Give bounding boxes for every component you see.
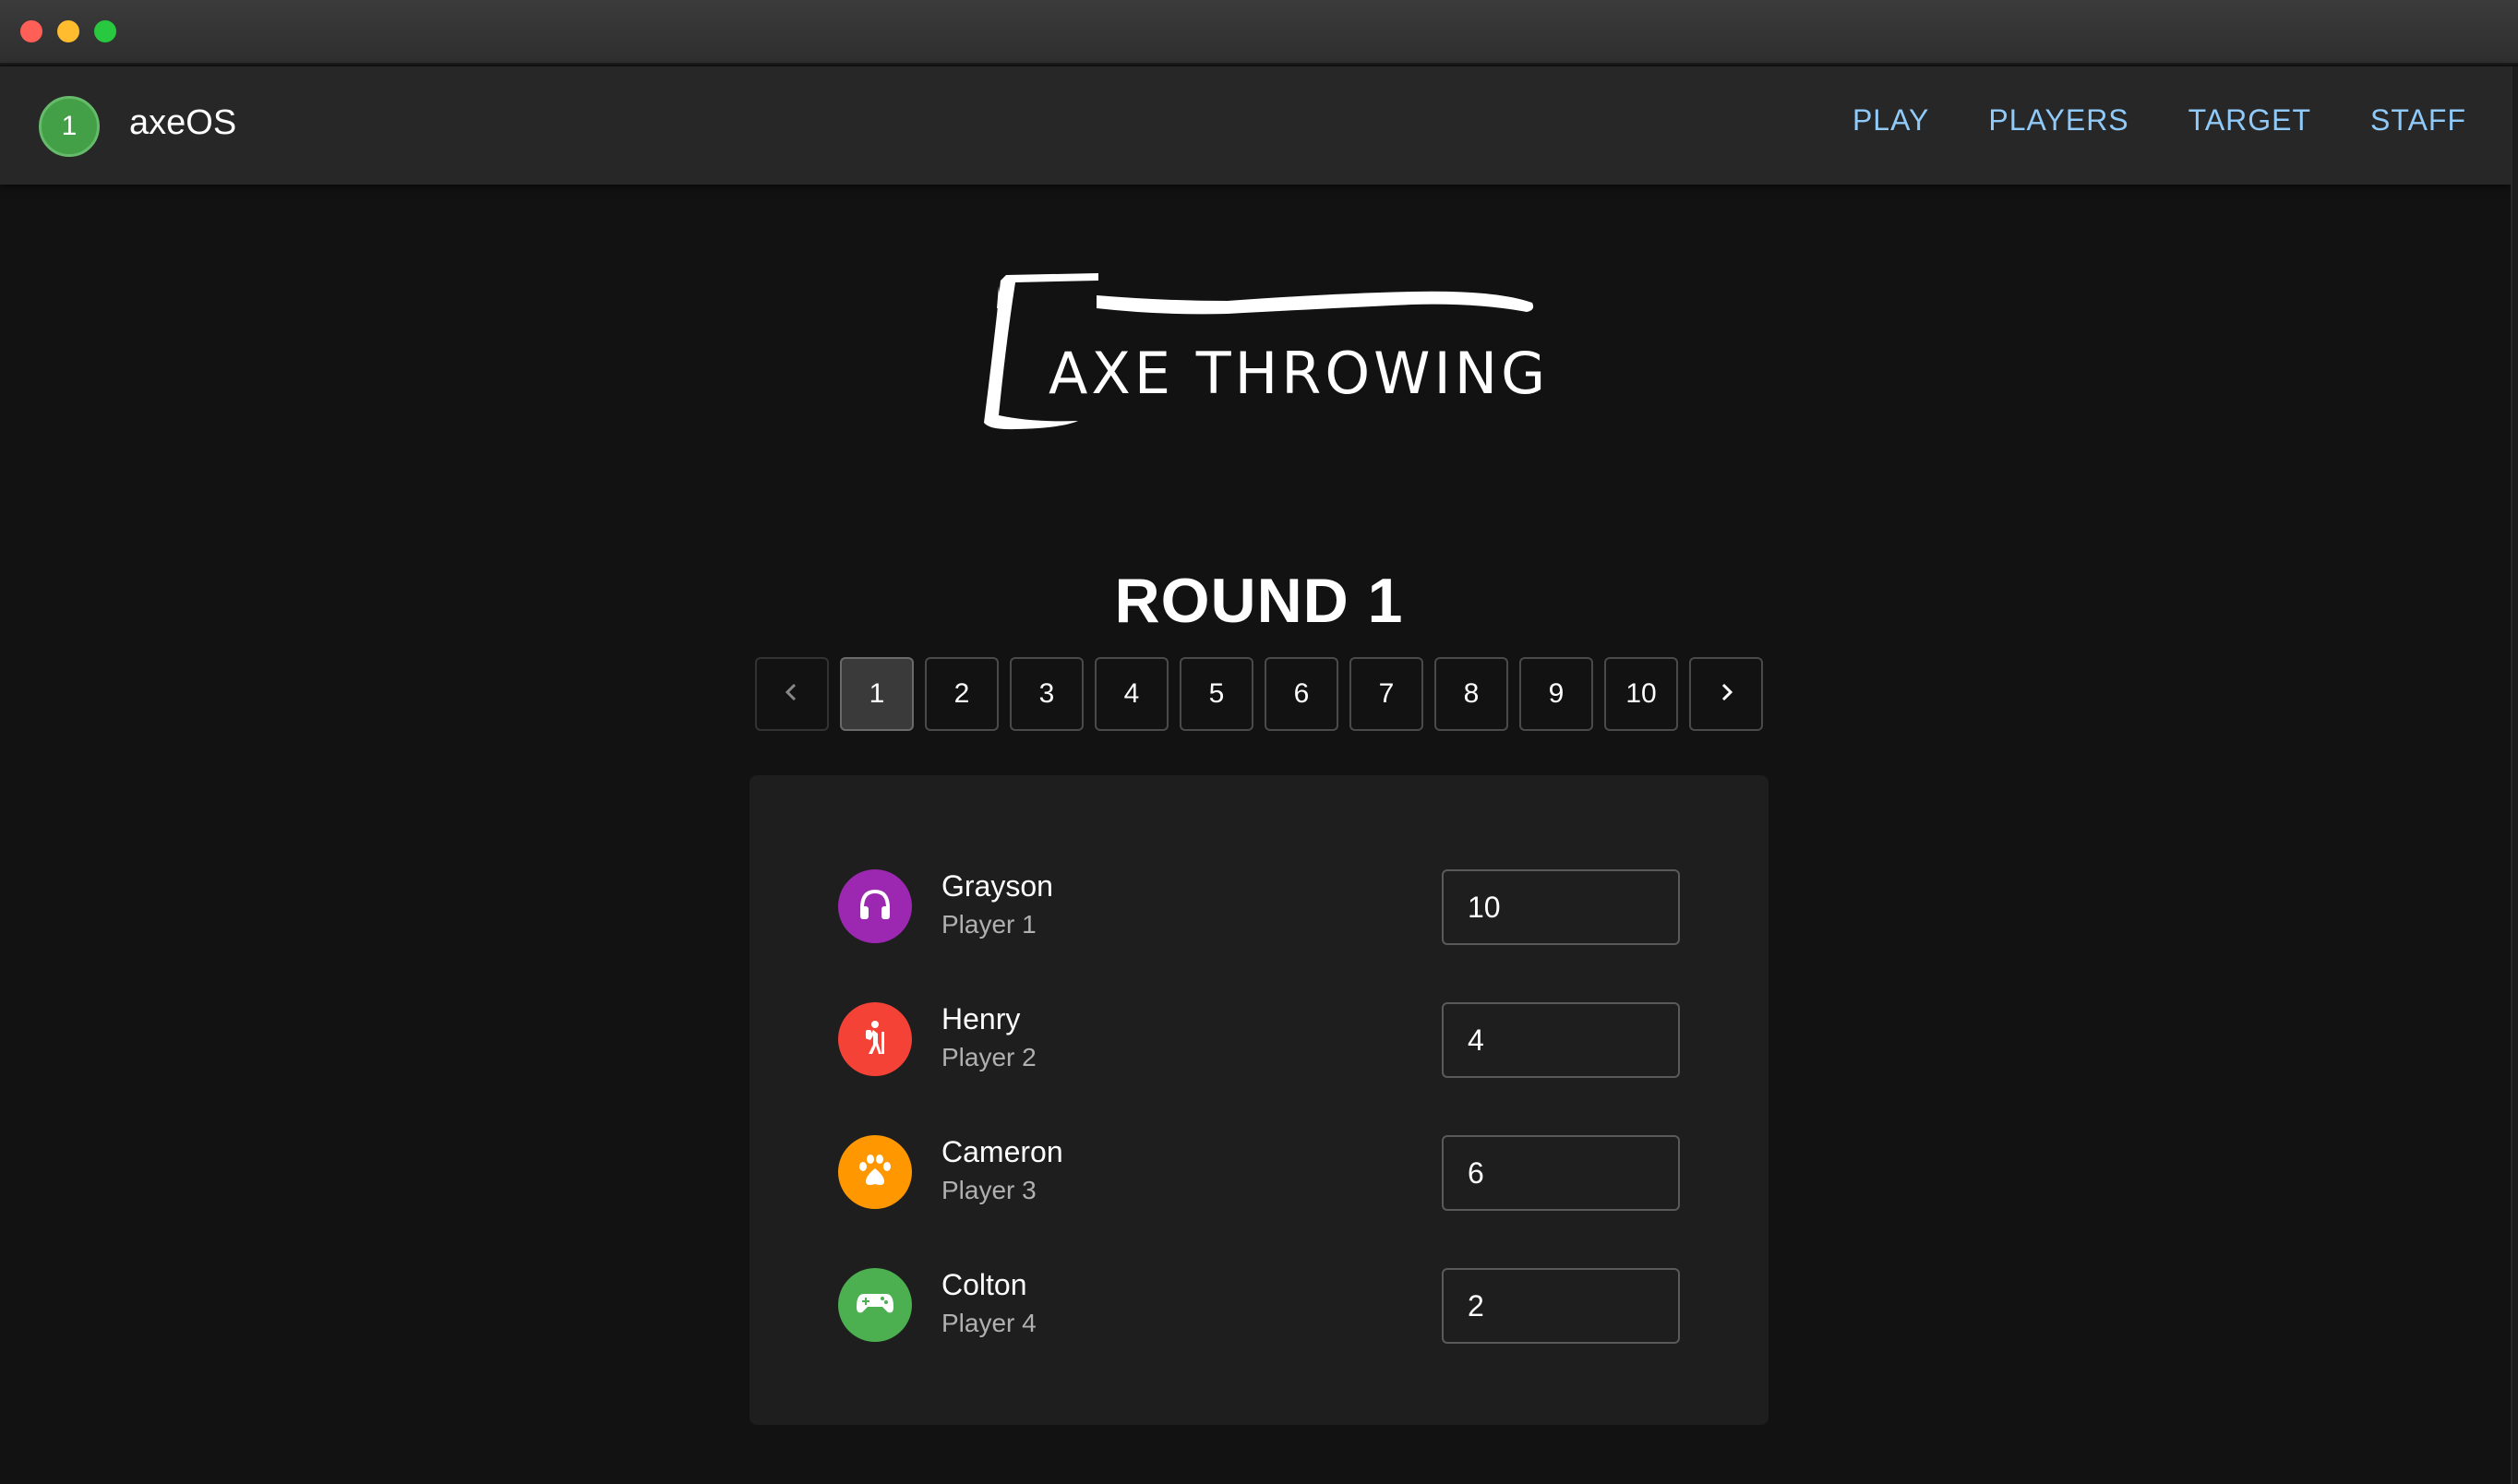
player-row: Cameron Player 3 <box>838 1126 1680 1218</box>
player-number: Player 1 <box>941 910 1037 939</box>
app-title: axeOS <box>129 103 237 142</box>
score-input[interactable] <box>1442 1002 1680 1078</box>
player-row: Henry Player 2 <box>838 993 1680 1085</box>
score-input[interactable] <box>1442 869 1680 945</box>
app-window: 1 axeOS PLAY PLAYERS TARGET STAFF AXE TH… <box>0 0 2518 1484</box>
player-name: Henry <box>941 1002 1021 1035</box>
page-button-2[interactable]: 2 <box>925 657 999 731</box>
app-bar: 1 axeOS PLAY PLAYERS TARGET STAFF <box>0 66 2511 185</box>
chevron-left-icon <box>782 678 802 710</box>
next-page-button[interactable] <box>1689 657 1763 731</box>
gamepad-icon <box>855 1283 895 1328</box>
window-titlebar <box>0 0 2518 65</box>
player-name: Colton <box>941 1268 1027 1301</box>
page-button-1[interactable]: 1 <box>840 657 914 731</box>
zoom-window-button[interactable] <box>94 20 116 42</box>
nav-play[interactable]: PLAY <box>1853 103 1929 138</box>
minimize-window-button[interactable] <box>57 20 79 42</box>
player-avatar <box>838 869 912 943</box>
page-button-9[interactable]: 9 <box>1519 657 1593 731</box>
close-window-button[interactable] <box>20 20 42 42</box>
player-name: Grayson <box>941 869 1053 903</box>
prev-page-button[interactable] <box>755 657 829 731</box>
scrollbar[interactable] <box>2511 66 2518 1484</box>
player-number: Player 3 <box>941 1176 1037 1204</box>
nav-target[interactable]: TARGET <box>2188 103 2311 138</box>
round-pagination: 1 2 3 4 5 6 7 8 9 10 <box>755 657 1763 731</box>
player-row: Colton Player 4 <box>838 1259 1680 1351</box>
page-button-3[interactable]: 3 <box>1010 657 1084 731</box>
score-input[interactable] <box>1442 1135 1680 1211</box>
page-button-7[interactable]: 7 <box>1349 657 1423 731</box>
nav-players[interactable]: PLAYERS <box>1988 103 2128 138</box>
nav-staff[interactable]: STAFF <box>2370 103 2466 138</box>
page-button-8[interactable]: 8 <box>1434 657 1508 731</box>
paw-icon <box>855 1150 895 1195</box>
logo-text: AXE THROWING <box>1049 340 1550 407</box>
axe-throwing-logo: AXE THROWING <box>978 268 1551 443</box>
player-avatar <box>838 1135 912 1209</box>
score-input[interactable] <box>1442 1268 1680 1344</box>
player-row: Grayson Player 1 <box>838 860 1680 952</box>
app-badge[interactable]: 1 <box>39 96 100 157</box>
page-button-6[interactable]: 6 <box>1265 657 1338 731</box>
player-name: Cameron <box>941 1135 1063 1168</box>
headphones-icon <box>855 884 895 929</box>
page-button-4[interactable]: 4 <box>1095 657 1169 731</box>
page-button-10[interactable]: 10 <box>1604 657 1678 731</box>
player-avatar <box>838 1268 912 1342</box>
main-nav: PLAY PLAYERS TARGET STAFF <box>1853 103 2466 138</box>
page-button-5[interactable]: 5 <box>1180 657 1253 731</box>
chevron-right-icon <box>1716 678 1736 710</box>
hiker-icon <box>855 1017 895 1062</box>
score-panel: Grayson Player 1 Henry Player 2 <box>749 775 1769 1425</box>
player-number: Player 4 <box>941 1309 1037 1337</box>
player-number: Player 2 <box>941 1043 1037 1071</box>
round-title: ROUND 1 <box>1114 566 1404 636</box>
player-avatar <box>838 1002 912 1076</box>
